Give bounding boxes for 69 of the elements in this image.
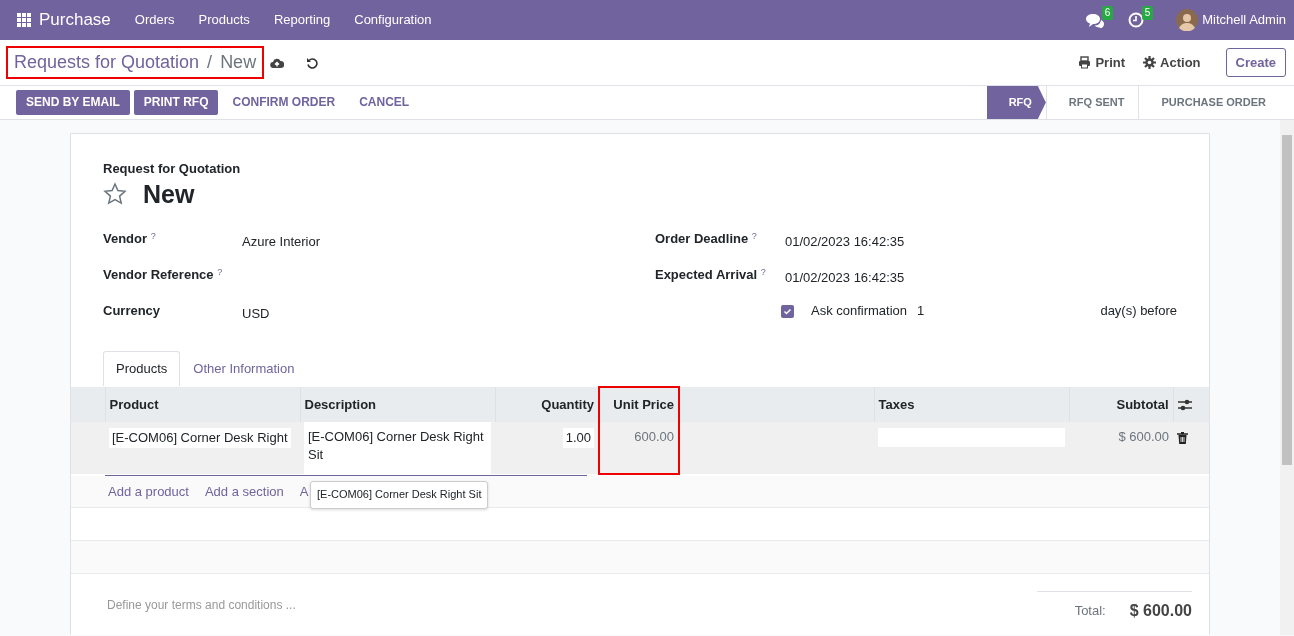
user-name[interactable]: Mitchell Admin — [1202, 10, 1286, 30]
add-line-link[interactable]: A — [299, 482, 309, 501]
status-stage[interactable]: RFQ — [986, 86, 1046, 119]
column-header[interactable]: Description — [300, 387, 495, 423]
menu-item[interactable]: Reporting — [261, 10, 343, 30]
column-header[interactable]: Unit Price — [599, 387, 679, 423]
field-value[interactable]: Azure Interior — [242, 230, 321, 267]
action-dropdown[interactable]: Action — [1142, 51, 1202, 74]
total-label: Total: — [1074, 602, 1106, 621]
column-settings-icon[interactable] — [1177, 399, 1192, 412]
header-link-button[interactable]: CANCEL — [349, 90, 420, 115]
header-button[interactable]: PRINT RFQ — [133, 90, 219, 115]
column-header[interactable]: Taxes — [874, 387, 1069, 423]
clock-icon[interactable] — [1128, 12, 1145, 28]
table-cell-input[interactable]: [E-COM06] Corner Desk Right Sit — [304, 422, 491, 475]
field-label: Vendor $^{?}$ — [103, 230, 157, 249]
total-value: $ 600.00 — [1129, 601, 1192, 622]
checkbox-label[interactable]: Ask confirmation — [810, 302, 908, 321]
help-tooltip-icon[interactable]: ? — [217, 266, 223, 277]
app-name[interactable]: Purchase — [31, 8, 123, 32]
activity-count: 5 — [1141, 6, 1154, 20]
days-value[interactable]: 1 — [917, 302, 925, 321]
column-header[interactable]: Quantity — [495, 387, 599, 423]
field-value[interactable]: 01/02/2023 16:42:35 — [784, 266, 905, 303]
record-title: New — [143, 179, 195, 211]
add-line-link[interactable]: Add a section — [204, 482, 284, 501]
trash-icon[interactable] — [1177, 431, 1188, 444]
action-dropdown[interactable]: Print — [1077, 51, 1127, 74]
tab[interactable]: Other Information — [180, 351, 308, 387]
checkbox[interactable] — [780, 304, 794, 318]
help-tooltip-icon[interactable]: ? — [150, 230, 156, 241]
header-button[interactable]: SEND BY EMAIL — [16, 90, 130, 115]
table-cell: 600.00 — [634, 429, 674, 445]
field-value[interactable]: USD — [242, 302, 270, 339]
undo-icon[interactable] — [306, 56, 319, 69]
tooltip: [E-COM06] Corner Desk Right Sit — [310, 481, 489, 509]
field-value[interactable]: 01/02/2023 16:42:35 — [784, 230, 905, 267]
table-cell: $ 600.00 — [1118, 429, 1169, 445]
help-tooltip-icon[interactable]: ? — [751, 230, 757, 241]
create-button[interactable]: Create — [1225, 47, 1286, 78]
field-label: Expected Arrival $^{?}$ — [654, 266, 767, 285]
menu-item[interactable]: Products — [186, 10, 262, 30]
avatar-icon[interactable] — [1176, 9, 1199, 31]
breadcrumb-current: New — [220, 50, 257, 74]
menu-item[interactable]: Orders — [122, 10, 187, 30]
field-label: Currency — [103, 302, 162, 321]
message-count: 6 — [1101, 6, 1114, 20]
column-header[interactable]: Product — [105, 387, 300, 423]
printer-icon — [1078, 56, 1092, 69]
menu-item[interactable]: Configuration — [342, 10, 444, 30]
days-suffix: day(s) before — [1100, 302, 1177, 321]
add-line-link[interactable]: Add a product — [108, 482, 189, 501]
field-label: Vendor Reference $^{?}$ — [103, 266, 224, 285]
header-link-button[interactable]: CONFIRM ORDER — [222, 90, 346, 115]
chat-icon[interactable] — [1084, 12, 1105, 28]
breadcrumb-link[interactable]: Requests for Quotation — [14, 49, 200, 76]
column-header[interactable]: Subtotal — [1069, 387, 1173, 423]
form-subtitle: Request for Quotation — [103, 160, 242, 178]
cloud-upload-icon[interactable] — [270, 56, 285, 69]
tab[interactable]: Products — [103, 351, 181, 387]
scrollbar[interactable] — [1280, 120, 1294, 635]
table-cell-input[interactable]: [E-COM06] Corner Desk Right — [109, 428, 291, 449]
breadcrumb-separator: / — [207, 50, 213, 74]
help-tooltip-icon[interactable]: ? — [760, 266, 766, 277]
star-icon[interactable] — [103, 182, 127, 207]
field-label: Order Deadline $^{?}$ — [654, 230, 758, 249]
apps-menu-icon[interactable] — [17, 13, 31, 27]
table-cell-input[interactable]: 1.00 — [562, 428, 594, 449]
gear-icon — [1143, 56, 1157, 69]
